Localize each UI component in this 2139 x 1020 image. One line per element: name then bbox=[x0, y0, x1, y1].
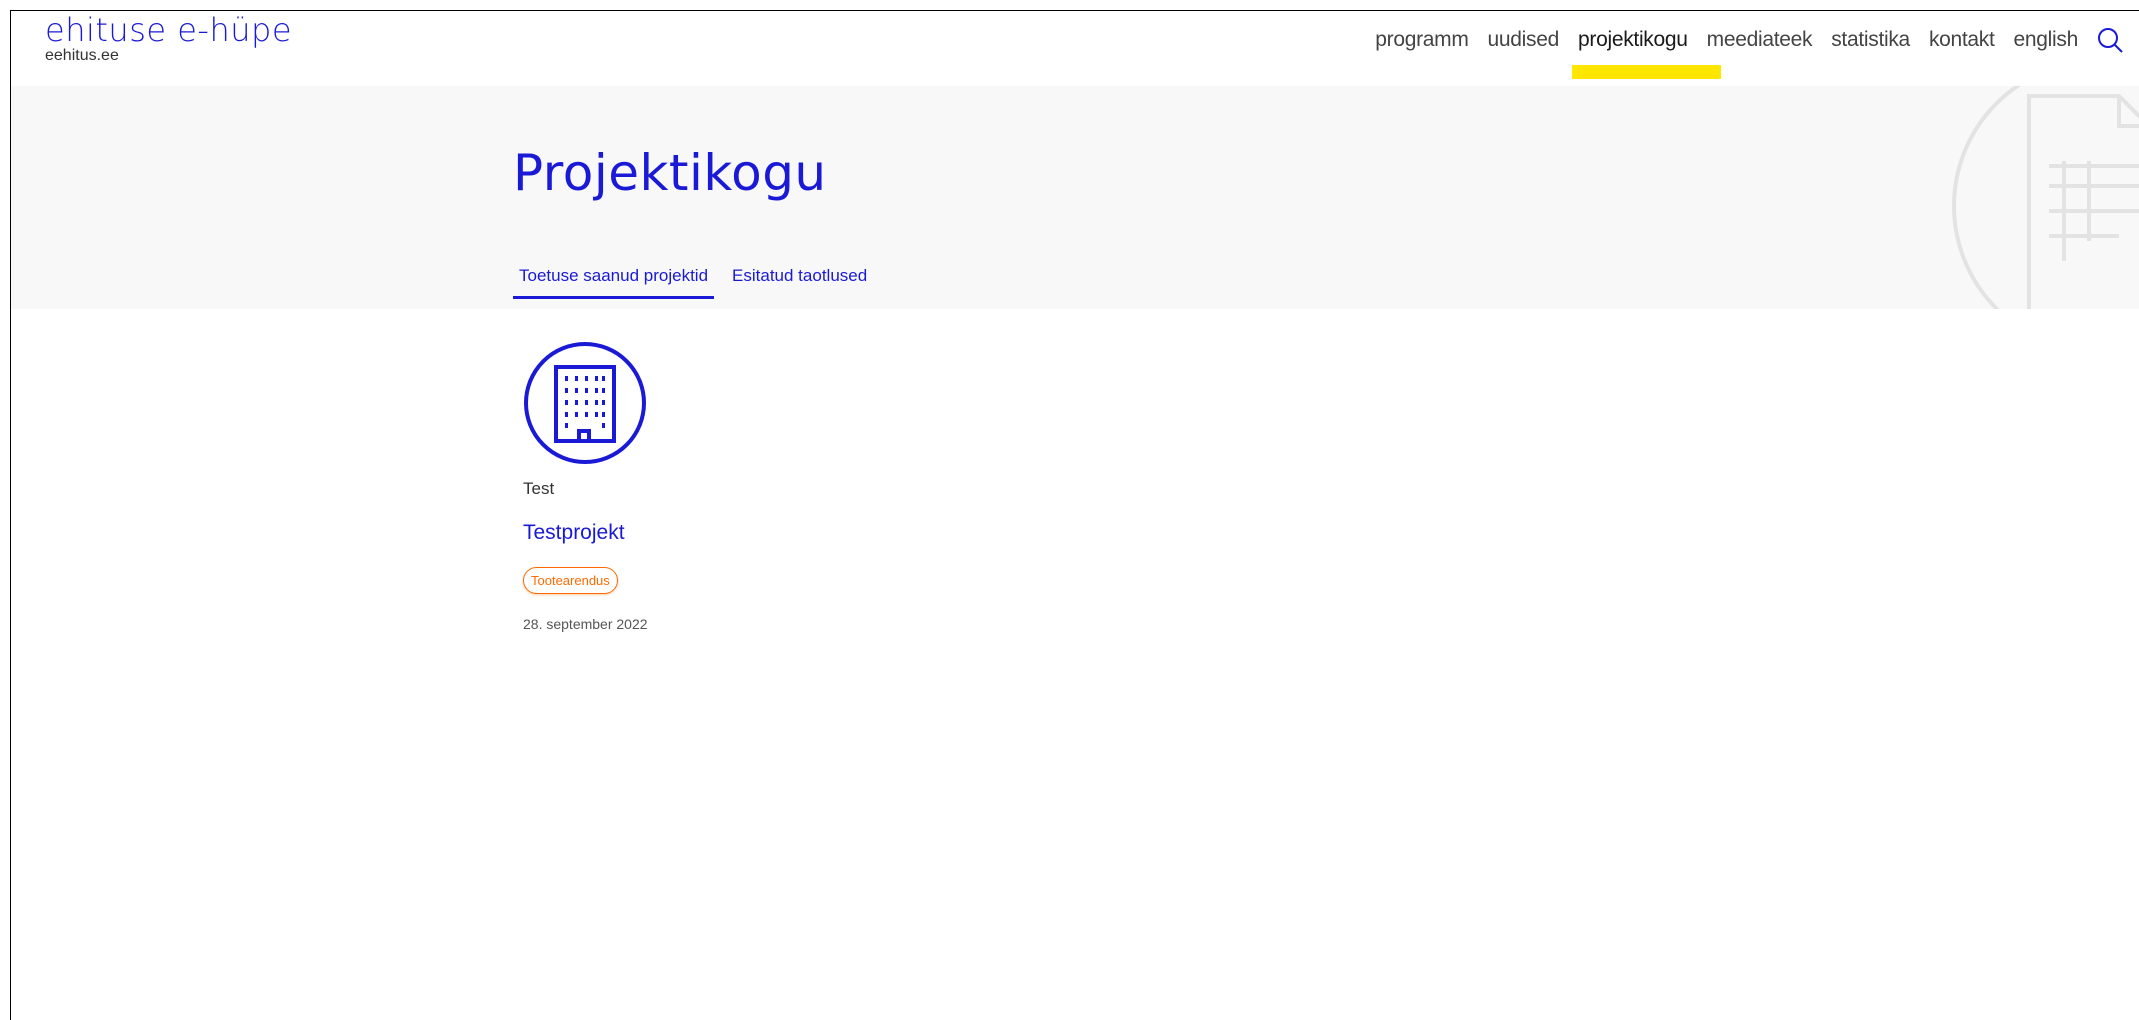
site-logo[interactable]: ehituse e-hüpe eehitus.ee bbox=[45, 11, 292, 65]
search-icon[interactable] bbox=[2096, 25, 2126, 55]
nav-item-projektikogu[interactable]: projektikogu bbox=[1572, 25, 1721, 79]
project-card: Test Testprojekt Tootearendus 28. septem… bbox=[523, 341, 823, 632]
page-frame: ehituse e-hüpe eehitus.ee programm uudis… bbox=[10, 10, 2139, 1020]
page-title: Projektikogu bbox=[513, 144, 827, 202]
tab-funded-projects[interactable]: Toetuse saanud projektid bbox=[513, 266, 715, 299]
nav-item-meediateek[interactable]: meediateek bbox=[1707, 25, 1813, 55]
site-subtitle: eehitus.ee bbox=[45, 47, 119, 64]
tab-submitted-applications[interactable]: Esitatud taotlused bbox=[726, 266, 873, 299]
site-header: ehituse e-hüpe eehitus.ee programm uudis… bbox=[11, 11, 2139, 86]
nav-item-projektikogu-label: projektikogu bbox=[1578, 28, 1688, 51]
document-table-icon bbox=[1952, 86, 2139, 309]
main-nav: programm uudised projektikogu meediateek… bbox=[1356, 25, 2126, 79]
project-title-link[interactable]: Testprojekt bbox=[523, 521, 823, 545]
nav-item-uudised[interactable]: uudised bbox=[1488, 25, 1560, 55]
nav-item-programm[interactable]: programm bbox=[1375, 25, 1469, 55]
nav-item-statistika[interactable]: statistika bbox=[1831, 25, 1910, 55]
nav-item-english[interactable]: english bbox=[2014, 25, 2079, 55]
project-tabs: Toetuse saanud projektid Esitatud taotlu… bbox=[513, 266, 885, 299]
project-tag-badge[interactable]: Tootearendus bbox=[523, 567, 618, 594]
site-title[interactable]: ehituse e-hüpe bbox=[45, 11, 292, 49]
project-category: Test bbox=[523, 479, 555, 498]
nav-item-kontakt[interactable]: kontakt bbox=[1929, 25, 1995, 55]
project-date: 28. september 2022 bbox=[523, 616, 648, 632]
hero-section: Projektikogu Toetuse saanud projektid Es… bbox=[11, 86, 2139, 309]
nav-active-highlight bbox=[1572, 65, 1721, 79]
building-icon[interactable] bbox=[523, 341, 647, 465]
